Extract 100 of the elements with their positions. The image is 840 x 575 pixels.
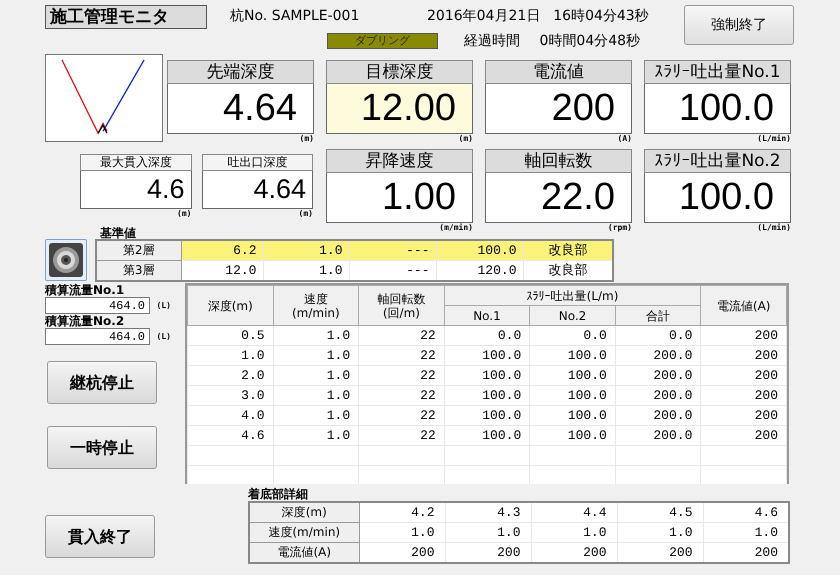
unit-label: (rpm): [606, 223, 632, 233]
metric-value: 100.0: [644, 84, 791, 134]
column-header: 深度(m): [188, 286, 274, 326]
row-header: 深度(m): [249, 502, 359, 522]
elapsed-label: 経過時間: [464, 32, 520, 51]
finish-button[interactable]: 貫入終了: [45, 515, 155, 558]
table-cell: 4.5: [617, 502, 703, 522]
unit-label: (L/min): [756, 134, 791, 144]
metric-value: 12.00: [326, 84, 473, 134]
table-cell: 200.0: [615, 346, 701, 366]
table-cell: 2.0: [188, 366, 274, 386]
pile-number-text: 杭No. SAMPLE-001: [230, 8, 360, 24]
column-header: No.1: [444, 306, 530, 326]
speaker-icon: [48, 242, 84, 278]
column-header: 電流値(A): [700, 286, 786, 326]
section-label: 着底部詳細: [248, 487, 309, 501]
depth-value: 4.6: [80, 171, 192, 209]
speaker-button[interactable]: [45, 239, 87, 281]
doubling-badge: ダブリング: [327, 33, 438, 49]
unit-label: (m/min): [438, 223, 473, 233]
unit-label: (m): [298, 209, 313, 219]
column-group-header: ｽﾗﾘｰ吐出量(L/m): [444, 286, 701, 306]
row-header: 電流値(A): [249, 542, 359, 563]
table-cell: 200.0: [615, 406, 701, 426]
unit-label: (m): [176, 209, 192, 219]
date-text: 2016年04月21日: [427, 7, 540, 26]
metric-label: ｽﾗﾘｰ吐出量No.2: [644, 149, 791, 173]
unit-label: (L): [156, 332, 171, 342]
window-title: 施工管理モニタ: [45, 5, 207, 29]
metric-label: 軸回転数: [485, 149, 632, 173]
table-cell: 0.0: [530, 326, 616, 346]
table-cell: 1.0: [445, 522, 531, 542]
table-cell: 22: [358, 406, 444, 426]
table-cell: 100.0: [530, 346, 616, 366]
table-cell: 1.0: [359, 522, 445, 542]
table-cell: 200: [700, 326, 786, 346]
table-cell: 0.0: [444, 326, 530, 346]
table-cell: 1.0: [188, 346, 274, 366]
table-cell: 0.0: [615, 326, 701, 346]
depth-value: 4.64: [202, 171, 313, 209]
reference-row[interactable]: 第2層 6.2 1.0 --- 100.0 改良部: [96, 240, 613, 260]
metric-value: 1.00: [326, 173, 473, 223]
depth-label: 最大貫入深度: [80, 154, 192, 171]
table-cell: 100.0: [530, 386, 616, 406]
table-cell: 200: [700, 386, 786, 406]
table-cell: 200: [700, 346, 786, 366]
table-cell: 1.0: [273, 346, 359, 366]
table-cell: 1.0: [273, 406, 359, 426]
unit-label: (L): [156, 300, 171, 310]
table-cell: 200.0: [615, 426, 701, 446]
table-cell: 0.5: [188, 326, 274, 346]
table-cell: 22: [358, 346, 444, 366]
table-cell: 1.0: [273, 386, 359, 406]
total-flow-field[interactable]: 464.0: [45, 328, 150, 345]
total-flow-label: 積算流量No.1: [45, 283, 126, 297]
table-cell: 4.6: [188, 426, 274, 446]
table-cell: 1.0: [273, 366, 359, 386]
depth-label: 吐出口深度: [202, 154, 313, 171]
reference-row[interactable]: 第3層 12.0 1.0 --- 120.0 改良部: [96, 260, 613, 281]
table-cell: 200: [700, 426, 786, 446]
metric-label: 電流値: [485, 60, 632, 84]
table-cell: 200: [700, 406, 786, 426]
column-header: 速度 (m/min): [273, 286, 359, 326]
column-header: 合計: [615, 306, 701, 326]
table-cell: 22: [358, 426, 444, 446]
metric-label: 先端深度: [167, 60, 314, 84]
metric-label: ｽﾗﾘｰ吐出量No.1: [644, 60, 791, 84]
unit-label: (A): [616, 134, 632, 144]
metric-value: 22.0: [485, 173, 632, 223]
table-cell: 1.0: [531, 522, 617, 542]
stop-button[interactable]: 一時停止: [47, 426, 157, 469]
table-cell: 200: [700, 366, 786, 386]
column-header: 軸回転数 (回/m): [358, 286, 444, 326]
table-cell: 100.0: [444, 366, 530, 386]
time-text: 16時04分43秒: [553, 7, 649, 26]
unit-label: (L/min): [756, 223, 791, 233]
table-cell: 1.0: [273, 326, 359, 346]
table-cell: 100.0: [444, 346, 530, 366]
table-cell: 100.0: [530, 366, 616, 386]
table-cell: 22: [358, 386, 444, 406]
table-cell: 100.0: [444, 386, 530, 406]
table-cell: 22: [358, 366, 444, 386]
metric-value: 4.64: [167, 84, 314, 134]
table-cell: 1.0: [617, 522, 703, 542]
section-label: 基準値: [100, 226, 136, 240]
metric-label: 昇降速度: [326, 149, 473, 173]
metric-value: 200: [485, 84, 632, 134]
total-flow-field[interactable]: 464.0: [45, 297, 150, 314]
stop-button[interactable]: 継杭停止: [47, 361, 157, 404]
table-cell: 3.0: [188, 386, 274, 406]
table-cell: 100.0: [444, 406, 530, 426]
row-header: 速度(m/min): [249, 522, 359, 542]
table-cell: 4.0: [188, 406, 274, 426]
metric-label: 目標深度: [326, 60, 473, 84]
unit-label: (m): [298, 134, 314, 144]
unit-label: (m): [458, 134, 473, 144]
metric-value: 100.0: [644, 173, 791, 223]
column-header: No.2: [530, 306, 616, 326]
force-stop-button[interactable]: 強制終了: [684, 5, 794, 45]
table-cell: 100.0: [530, 426, 616, 446]
